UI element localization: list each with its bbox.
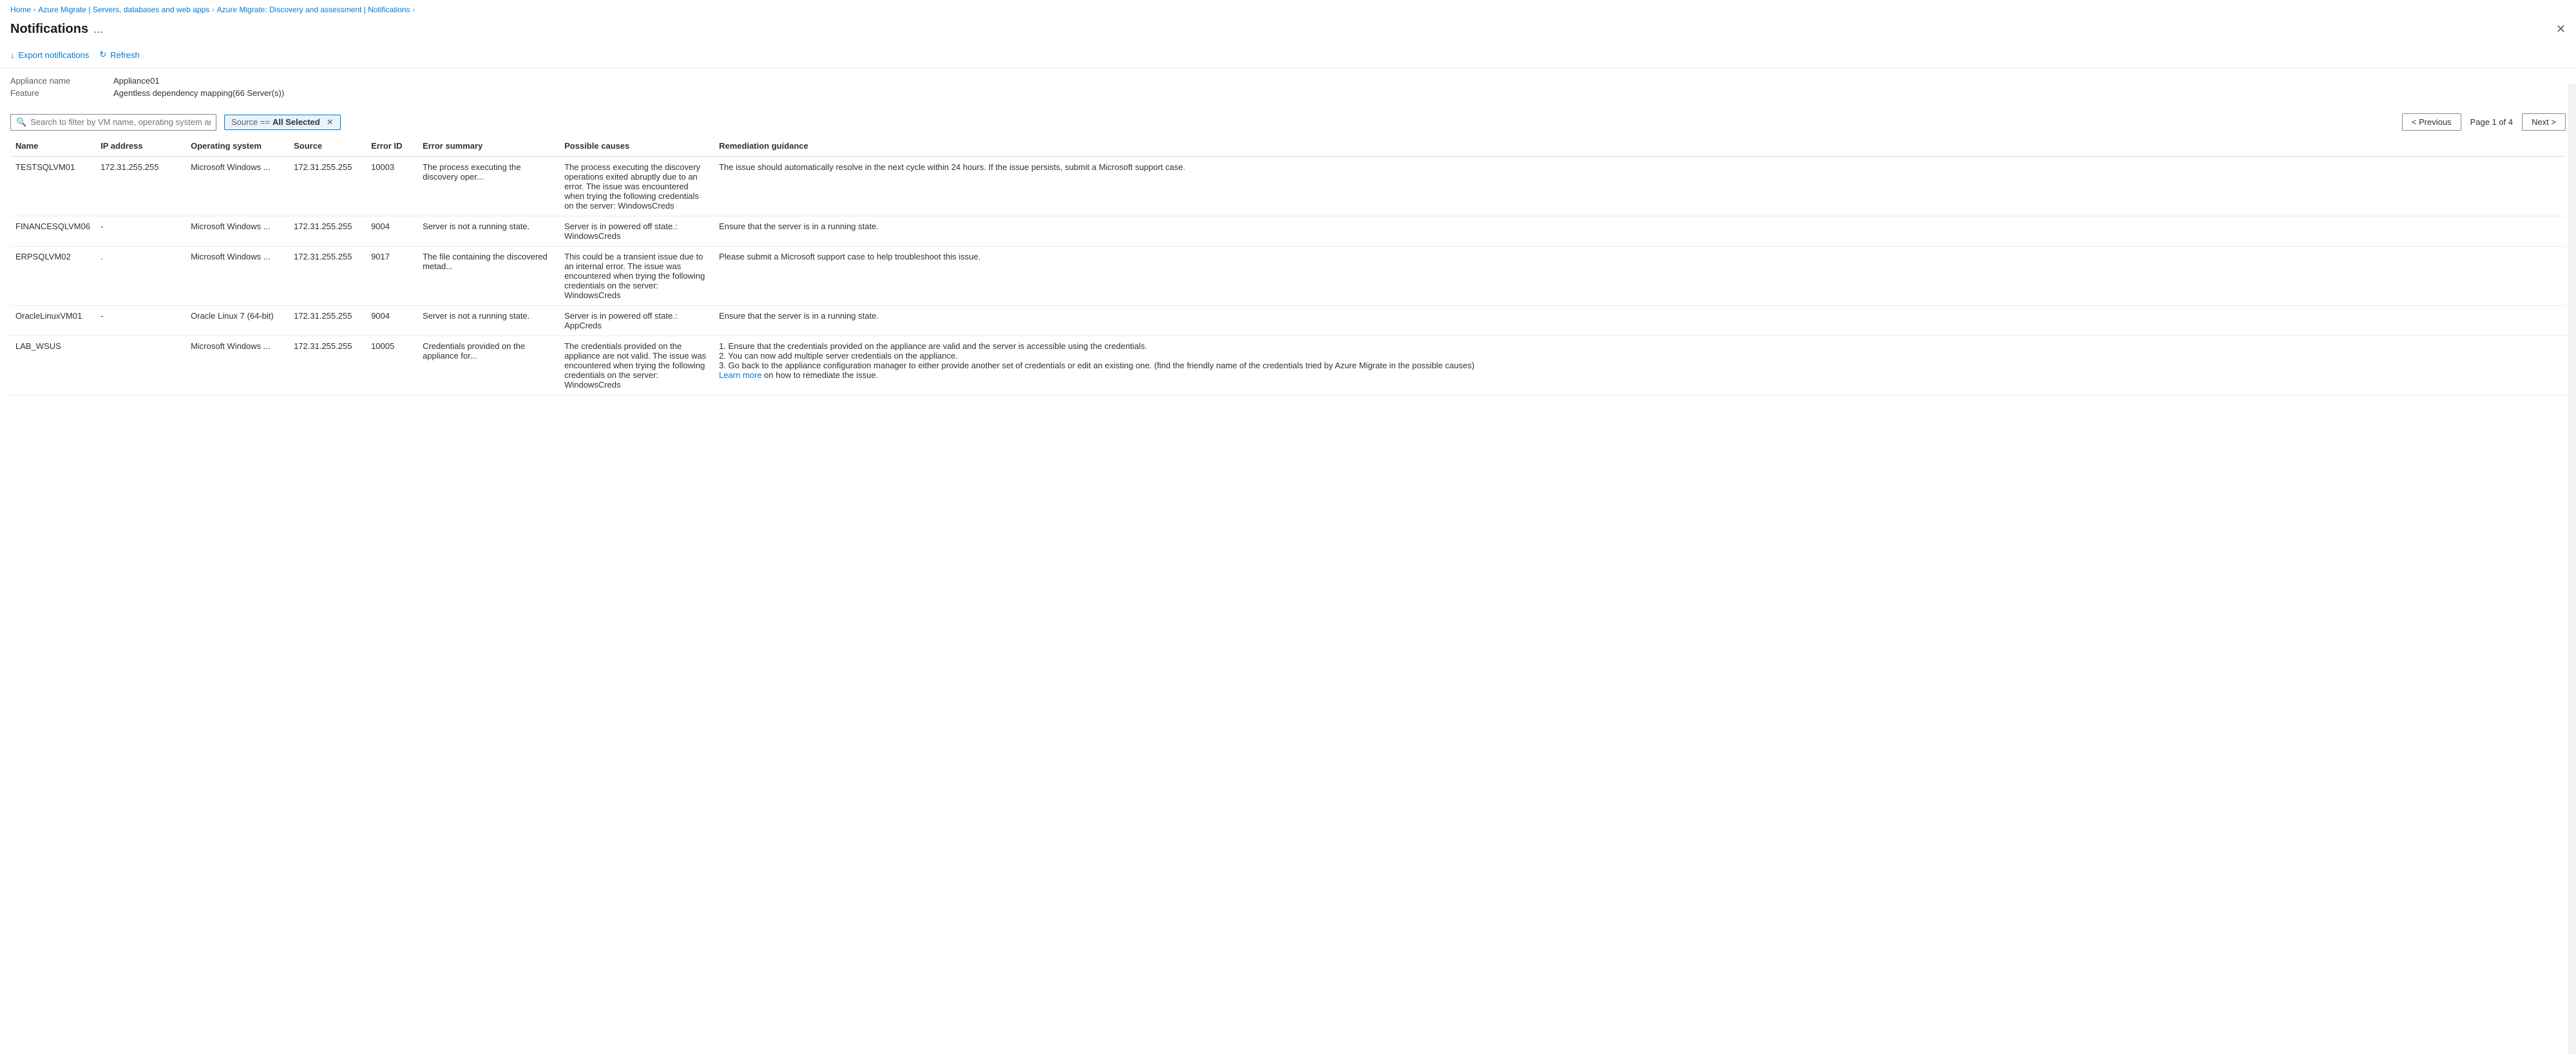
search-icon: 🔍 xyxy=(16,117,26,127)
filter-row: 🔍 Source == All Selected ✕ < Previous Pa… xyxy=(0,108,2576,136)
appliance-value: Appliance01 xyxy=(113,76,160,86)
refresh-button[interactable]: ↻ Refresh xyxy=(99,47,139,62)
col-header-source: Source xyxy=(289,136,366,156)
cell-source: 172.31.255.255 xyxy=(289,336,366,395)
cell-errsum: Credentials provided on the appliance fo… xyxy=(417,336,559,395)
cell-cause: This could be a transient issue due to a… xyxy=(559,247,714,306)
cell-errsum: Server is not a running state. xyxy=(417,306,559,336)
cell-cause: The process executing the discovery oper… xyxy=(559,156,714,216)
cell-errorid: 10003 xyxy=(366,156,417,216)
cell-name: FINANCESQLVM06 xyxy=(10,216,95,247)
more-options-icon[interactable]: ... xyxy=(93,23,103,36)
cell-cause: Server is in powered off state.: AppCred… xyxy=(559,306,714,336)
cell-os: Microsoft Windows ... xyxy=(186,156,289,216)
export-label: Export notifications xyxy=(19,50,90,60)
col-header-errorid: Error ID xyxy=(366,136,417,156)
cell-errorid: 9004 xyxy=(366,306,417,336)
export-notifications-button[interactable]: ↓ Export notifications xyxy=(10,48,89,62)
filter-prefix: Source == xyxy=(231,117,270,127)
breadcrumb-sep-2: › xyxy=(212,6,214,14)
cell-errorid: 10005 xyxy=(366,336,417,395)
page-header: Notifications ... ✕ xyxy=(0,19,2576,42)
download-icon: ↓ xyxy=(10,50,15,60)
scrollbar[interactable] xyxy=(2568,84,2576,1054)
page-info: Page 1 of 4 xyxy=(2465,117,2519,127)
col-header-remediation: Remediation guidance xyxy=(714,136,2566,156)
appliance-label: Appliance name xyxy=(10,76,113,86)
filter-value: All Selected xyxy=(272,117,320,127)
cell-name: ERPSQLVM02 xyxy=(10,247,95,306)
breadcrumb: Home › Azure Migrate | Servers, database… xyxy=(0,0,2576,19)
cell-source: 172.31.255.255 xyxy=(289,216,366,247)
cell-os: Microsoft Windows ... xyxy=(186,247,289,306)
table-row: OracleLinuxVM01-Oracle Linux 7 (64-bit)1… xyxy=(10,306,2566,336)
breadcrumb-servers[interactable]: Azure Migrate | Servers, databases and w… xyxy=(38,5,209,14)
cell-ip xyxy=(95,336,186,395)
col-header-name: Name xyxy=(10,136,95,156)
cell-source: 172.31.255.255 xyxy=(289,156,366,216)
col-header-os: Operating system xyxy=(186,136,289,156)
cell-ip: 172.31.255.255 xyxy=(95,156,186,216)
cell-errorid: 9004 xyxy=(366,216,417,247)
cell-name: TESTSQLVM01 xyxy=(10,156,95,216)
feature-row: Feature Agentless dependency mapping(66 … xyxy=(10,88,2566,98)
cell-os: Microsoft Windows ... xyxy=(186,216,289,247)
remediation-text: 1. Ensure that the credentials provided … xyxy=(719,341,2561,351)
appliance-row: Appliance name Appliance01 xyxy=(10,76,2566,86)
filter-badge[interactable]: Source == All Selected ✕ xyxy=(224,115,341,130)
cell-os: Microsoft Windows ... xyxy=(186,336,289,395)
cell-remediation: Please submit a Microsoft support case t… xyxy=(714,247,2566,306)
cell-remediation: 1. Ensure that the credentials provided … xyxy=(714,336,2566,395)
cell-cause: Server is in powered off state.: Windows… xyxy=(559,216,714,247)
cell-name: OracleLinuxVM01 xyxy=(10,306,95,336)
col-header-cause: Possible causes xyxy=(559,136,714,156)
table-row: TESTSQLVM01172.31.255.255Microsoft Windo… xyxy=(10,156,2566,216)
metadata-section: Appliance name Appliance01 Feature Agent… xyxy=(0,68,2576,108)
remediation-text: 3. Go back to the appliance configuratio… xyxy=(719,361,2561,370)
table-row: FINANCESQLVM06-Microsoft Windows ...172.… xyxy=(10,216,2566,247)
remediation-learn-more-link[interactable]: Learn more xyxy=(719,370,761,380)
toolbar: ↓ Export notifications ↻ Refresh xyxy=(0,42,2576,68)
cell-errsum: The process executing the discovery oper… xyxy=(417,156,559,216)
remediation-text: 2. You can now add multiple server crede… xyxy=(719,351,2561,361)
cell-remediation: Ensure that the server is in a running s… xyxy=(714,306,2566,336)
col-header-errsum: Error summary xyxy=(417,136,559,156)
feature-value: Agentless dependency mapping(66 Server(s… xyxy=(113,88,284,98)
cell-source: 172.31.255.255 xyxy=(289,247,366,306)
cell-remediation: Ensure that the server is in a running s… xyxy=(714,216,2566,247)
cell-ip: - xyxy=(95,216,186,247)
next-button[interactable]: Next > xyxy=(2522,113,2566,131)
previous-button[interactable]: < Previous xyxy=(2402,113,2461,131)
cell-cause: The credentials provided on the applianc… xyxy=(559,336,714,395)
search-box[interactable]: 🔍 xyxy=(10,114,216,131)
search-input[interactable] xyxy=(30,117,211,127)
breadcrumb-sep-3: › xyxy=(413,6,415,14)
cell-remediation: The issue should automatically resolve i… xyxy=(714,156,2566,216)
feature-label: Feature xyxy=(10,88,113,98)
cell-errsum: The file containing the discovered metad… xyxy=(417,247,559,306)
table-row: LAB_WSUS Microsoft Windows ...172.31.255.… xyxy=(10,336,2566,395)
pagination: < Previous Page 1 of 4 Next > xyxy=(2402,113,2566,131)
cell-errorid: 9017 xyxy=(366,247,417,306)
page-title: Notifications xyxy=(10,22,88,37)
filter-close-icon[interactable]: ✕ xyxy=(327,117,334,127)
refresh-label: Refresh xyxy=(110,50,140,60)
col-header-ip: IP address xyxy=(95,136,186,156)
table-row: ERPSQLVM02.Microsoft Windows ...172.31.2… xyxy=(10,247,2566,306)
breadcrumb-sep-1: › xyxy=(33,6,35,14)
cell-os: Oracle Linux 7 (64-bit) xyxy=(186,306,289,336)
refresh-icon: ↻ xyxy=(99,50,106,60)
cell-ip: - xyxy=(95,306,186,336)
cell-source: 172.31.255.255 xyxy=(289,306,366,336)
breadcrumb-home[interactable]: Home xyxy=(10,5,31,14)
notifications-table: Name IP address Operating system Source … xyxy=(10,136,2566,395)
close-button[interactable]: ✕ xyxy=(2556,23,2566,36)
cell-errsum: Server is not a running state. xyxy=(417,216,559,247)
notifications-table-container: Name IP address Operating system Source … xyxy=(0,136,2576,395)
table-header-row: Name IP address Operating system Source … xyxy=(10,136,2566,156)
cell-name: LAB_WSUS xyxy=(10,336,95,395)
breadcrumb-notifications[interactable]: Azure Migrate: Discovery and assessment … xyxy=(217,5,410,14)
cell-ip: . xyxy=(95,247,186,306)
